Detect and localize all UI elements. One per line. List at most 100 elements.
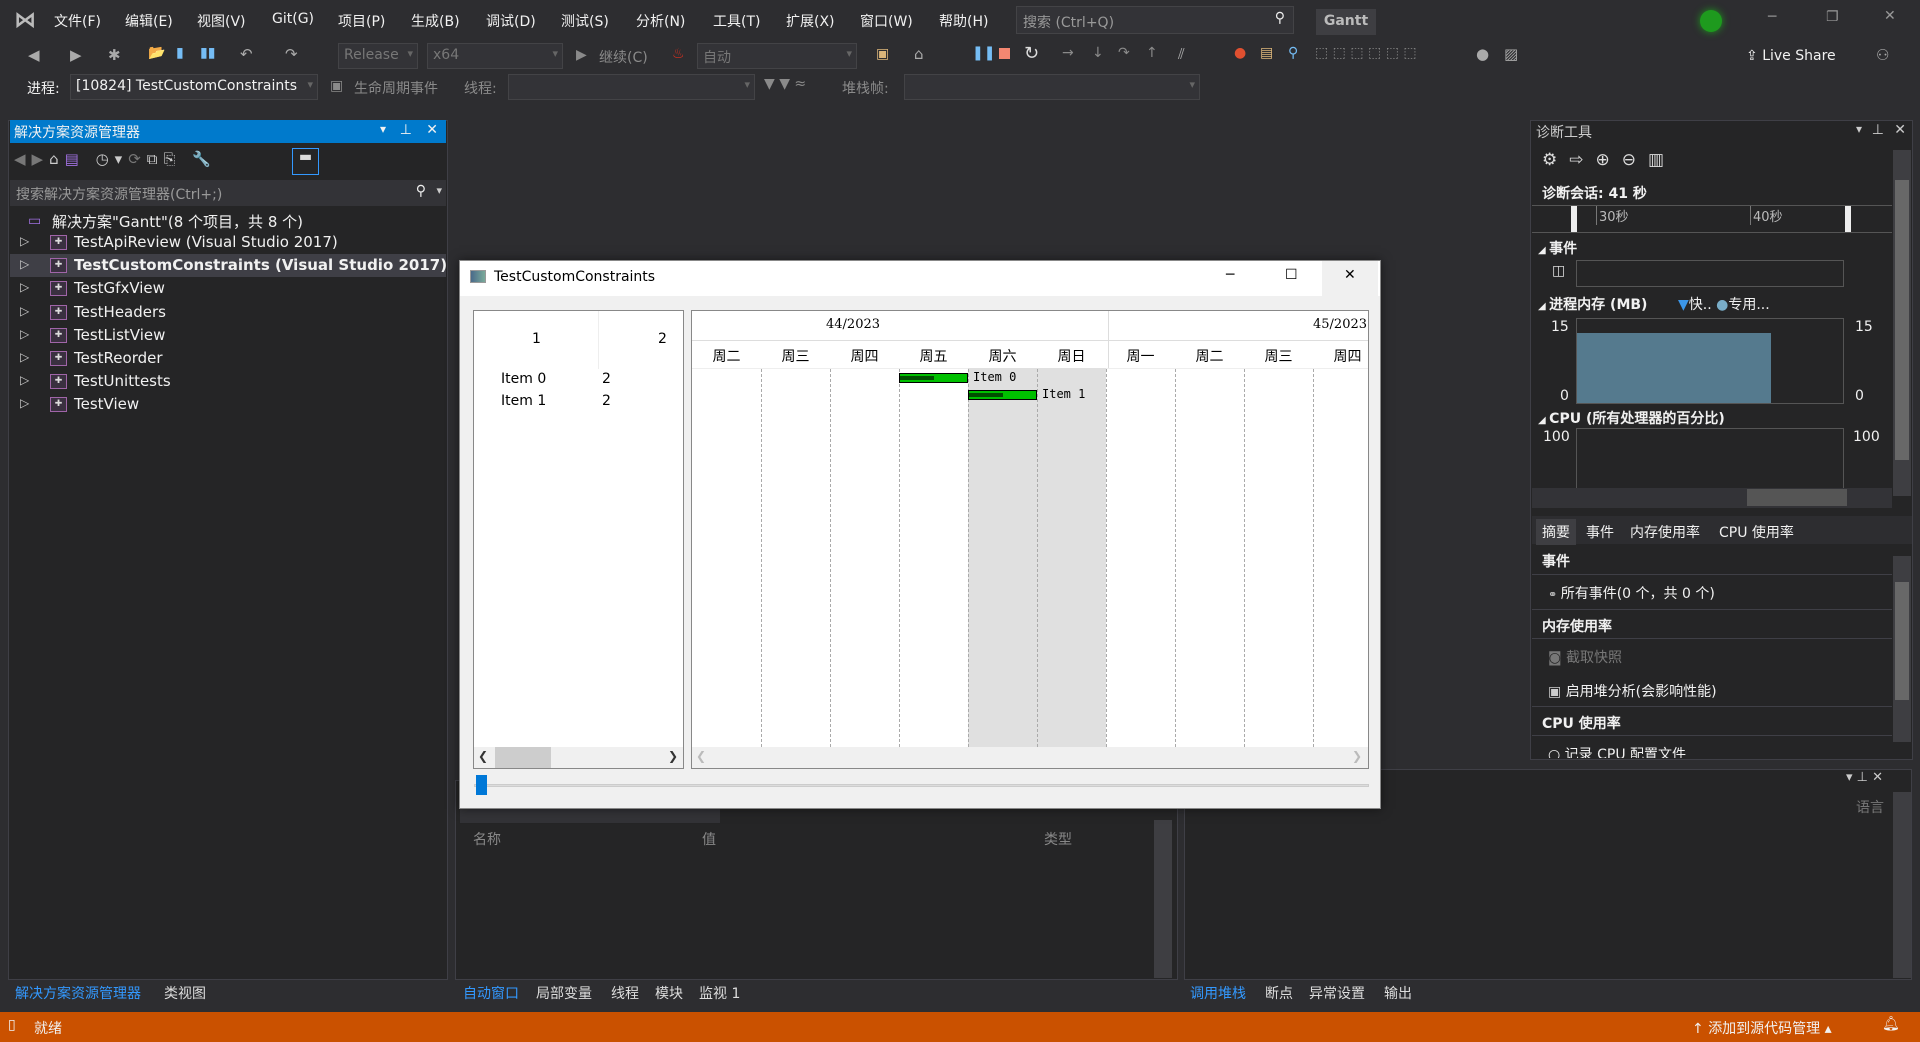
tab-modules[interactable]: 模块 [655,983,683,1003]
lifecycle-events-button[interactable]: 生命周期事件 [354,78,438,98]
close-panel-icon[interactable]: ✕ [426,122,438,138]
timeline-end-handle[interactable] [1845,206,1851,232]
menu-extensions[interactable]: 扩展(X) [786,11,835,31]
expand-icon[interactable]: ▷ [20,396,29,410]
tree-item[interactable]: ▷ ✚ TestApiReview (Visual Studio 2017) [10,231,446,254]
menu-window[interactable]: 窗口(W) [860,11,913,31]
tree-item[interactable]: ▷ ✚ TestView [10,393,446,416]
scroll-left-icon[interactable]: ❮ [478,749,488,763]
filter-icon[interactable]: ▼ ▼ ≈ [764,76,806,92]
dropdown-icon[interactable]: ▾ [1846,770,1857,785]
table-row[interactable]: Item 1 2 [474,393,683,413]
collapse-icon[interactable]: ◢ [1538,415,1549,426]
tab-breakpoints[interactable]: 断点 [1265,983,1293,1003]
timeline-scrollbar[interactable] [1532,488,1892,508]
diagnostics-scroll-thumb[interactable] [1895,180,1909,460]
tab-solution-explorer[interactable]: 解决方案资源管理器 [15,983,141,1003]
process-select[interactable]: [10824] TestCustomConstraints [70,74,318,100]
search-box[interactable]: 搜索 (Ctrl+Q) ⚲ [1016,6,1294,34]
expand-icon[interactable]: ▷ [20,257,29,271]
menu-edit[interactable]: 编辑(E) [125,11,173,31]
account-status-icon[interactable] [1700,10,1722,32]
all-events-link[interactable]: 所有事件(0 个，共 0 个) [1561,586,1715,602]
expand-icon[interactable]: ▷ [20,327,29,341]
expand-icon[interactable]: ▷ [20,350,29,364]
thread-select[interactable] [508,74,755,100]
properties-icon[interactable]: 🔧 [192,150,217,168]
tab-cpu-usage[interactable]: CPU 使用率 [1719,522,1794,542]
tomato-icon[interactable]: ● [1234,45,1246,61]
forward-icon[interactable]: ▶ [70,46,82,64]
timeline-scroll-thumb[interactable] [1747,489,1847,506]
forward-icon[interactable]: ▶ [32,150,50,168]
redo-icon[interactable]: ↷ [285,45,298,63]
tab-class-view[interactable]: 类视图 [164,983,206,1003]
gantt-bar[interactable] [968,390,1037,400]
zoom-slider-thumb[interactable] [476,775,487,795]
table-h-scrollbar[interactable]: ❮ ❯ [474,747,683,768]
show-next-statement-icon[interactable]: → [1062,45,1074,61]
menu-view[interactable]: 视图(V) [197,11,246,31]
configuration-select[interactable]: Release [338,43,418,69]
gantt-bar[interactable] [899,373,968,383]
home-icon[interactable]: ⌂ [49,150,65,168]
scroll-right-icon[interactable]: ❯ [1352,749,1362,763]
tab-output[interactable]: 输出 [1384,983,1412,1003]
collapse-icon[interactable]: ◢ [1538,301,1549,312]
zoom-out-icon[interactable]: ⊖ [1622,150,1648,170]
live-share-button[interactable]: ⇪ Live Share [1746,48,1836,64]
pin-icon[interactable]: ⊥ [1872,122,1884,138]
scroll-left-icon[interactable]: ❮ [696,749,706,763]
open-file-icon[interactable]: 📂 [148,45,165,61]
tree-item[interactable]: ▷ ✚ TestCustomConstraints (Visual Studio… [10,254,447,278]
step-over-icon[interactable]: ↷ [1118,45,1130,61]
record-cpu-profile-button[interactable]: 记录 CPU 配置文件 [1565,747,1686,758]
expand-icon[interactable]: ▷ [20,373,29,387]
collapse-icon[interactable]: ◢ [1538,245,1549,256]
platform-select[interactable]: x64 [427,43,563,69]
auto-select[interactable]: 自动 [697,43,857,69]
save-icon[interactable]: ▮ [176,45,184,61]
stack-frame-select[interactable] [904,74,1200,100]
find-in-files-icon[interactable]: ▣ [876,46,889,62]
application-icon[interactable]: ⌂ [914,45,924,63]
source-control-button[interactable]: ↑ 添加到源代码管理 ▴ [1692,1018,1832,1038]
tab-events[interactable]: 事件 [1586,522,1614,542]
dropdown-icon[interactable]: ▾ [1856,122,1862,136]
menu-build[interactable]: 生成(B) [411,11,460,31]
find-icon[interactable]: ⚲ [1288,45,1298,61]
hot-reload-icon[interactable]: ♨ [672,46,685,62]
back-icon[interactable]: ◀ [28,46,40,64]
tree-item[interactable]: ▷ ✚ TestListView [10,324,446,347]
pause-icon[interactable]: ❚❚ [972,45,995,61]
timeline-ruler[interactable] [1532,205,1892,233]
close-button[interactable]: ✕ [1884,8,1896,24]
tree-item[interactable]: ▷ ✚ TestReorder [10,347,446,370]
feedback-icon[interactable]: ⚇ [1876,46,1889,64]
zoom-slider[interactable] [474,784,1369,787]
menu-git[interactable]: Git(G) [272,11,314,27]
scroll-right-icon[interactable]: ❯ [668,749,678,763]
scroll-thumb[interactable] [495,747,551,768]
step-out-icon[interactable]: ↑ [1146,45,1158,61]
tab-autos[interactable]: 自动窗口 [463,983,519,1003]
close-panel-icon[interactable]: ✕ [1872,770,1883,785]
close-panel-icon[interactable]: ✕ [1894,122,1906,138]
autos-scrollbar[interactable] [1154,820,1172,978]
comment-icon[interactable]: ▨ [1504,45,1518,63]
tab-exception-settings[interactable]: 异常设置 [1309,983,1365,1003]
tree-item[interactable]: ▷ ✚ TestUnittests [10,370,446,393]
collapse-all-icon[interactable]: ⧉ [147,150,164,168]
preview-icon[interactable]: ▬ [292,148,319,175]
tab-summary[interactable]: 摘要 [1536,519,1576,545]
tab-locals[interactable]: 局部变量 [536,983,592,1003]
call-stack-scrollbar[interactable] [1893,792,1911,978]
new-project-icon[interactable]: ✱ [108,46,121,64]
diagnostics-scrollbar[interactable] [1893,150,1911,496]
notifications-icon[interactable]: 🔔︎ [1882,1016,1900,1032]
show-all-files-icon[interactable]: ⎘ [164,150,182,168]
table-row[interactable]: Item 0 2 [474,371,683,391]
switch-views-icon[interactable]: ▤ [65,150,85,168]
breakpoints-icon[interactable]: ⫽ [1178,45,1185,63]
menu-analyze[interactable]: 分析(N) [636,11,685,31]
